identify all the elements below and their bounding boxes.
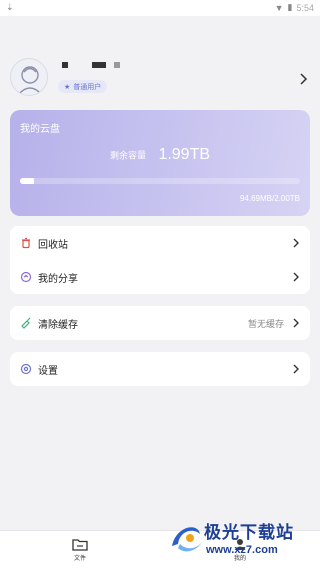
usage-progress-bar bbox=[20, 178, 300, 184]
remaining-label: 剩余容量 bbox=[109, 150, 146, 161]
watermark-url: www.xz7.com bbox=[206, 544, 278, 556]
username bbox=[62, 62, 120, 68]
wifi-icon: ▼ bbox=[274, 2, 284, 13]
trash-icon bbox=[22, 237, 30, 249]
usage-progress-fill bbox=[20, 178, 34, 184]
notification-icon: ⇣ bbox=[6, 2, 14, 12]
gear-icon bbox=[20, 363, 32, 375]
recycle-label: 回收站 bbox=[38, 239, 68, 251]
broom-icon bbox=[21, 317, 31, 329]
chevron-right-icon[interactable] bbox=[298, 72, 308, 86]
chevron-right-icon bbox=[293, 318, 299, 328]
menu-card-main: 回收站 我的分享 bbox=[10, 226, 310, 294]
cache-status: 暂无缓存 bbox=[247, 318, 284, 329]
user-level-label: 普通用户 bbox=[73, 83, 102, 91]
avatar[interactable] bbox=[10, 58, 48, 96]
cloud-remaining: 剩余容量 1.99TB bbox=[10, 146, 310, 164]
battery-icon: ▮ bbox=[287, 2, 293, 12]
status-time: 5:54 bbox=[296, 2, 314, 13]
watermark-logo-icon bbox=[172, 527, 202, 552]
remaining-value: 1.99TB bbox=[158, 146, 211, 163]
menu-item-share[interactable]: 我的分享 bbox=[10, 260, 310, 294]
folder-icon bbox=[72, 539, 88, 551]
chevron-right-icon bbox=[293, 272, 299, 282]
share-icon bbox=[20, 271, 32, 283]
cloud-title: 我的云盘 bbox=[20, 124, 60, 135]
share-label: 我的分享 bbox=[38, 273, 78, 285]
status-bar: ⇣ ▼ ▮ 5:54 bbox=[0, 0, 320, 16]
nav-files-label: 文件 bbox=[73, 556, 86, 562]
user-level-badge: ★ 普通用户 bbox=[58, 80, 108, 93]
menu-card-settings: 设置 bbox=[10, 352, 310, 386]
menu-item-settings[interactable]: 设置 bbox=[10, 352, 310, 386]
clear-cache-label: 清除缓存 bbox=[38, 319, 78, 331]
site-watermark: 极光下载站 www.xz7.com bbox=[168, 516, 316, 566]
profile-header[interactable]: ★ 普通用户 bbox=[0, 16, 320, 106]
chevron-right-icon bbox=[293, 364, 299, 374]
chevron-right-icon bbox=[293, 238, 299, 248]
menu-item-clear-cache[interactable]: 清除缓存 暂无缓存 bbox=[10, 306, 310, 340]
menu-item-recycle[interactable]: 回收站 bbox=[10, 226, 310, 260]
watermark-name: 极光下载站 bbox=[204, 523, 294, 542]
usage-text: 94.69MB/2.00TB bbox=[239, 194, 300, 203]
menu-card-cache: 清除缓存 暂无缓存 bbox=[10, 306, 310, 340]
star-icon: ★ bbox=[64, 83, 71, 91]
avatar-icon bbox=[17, 66, 43, 95]
cloud-storage-card[interactable]: 我的云盘 剩余容量 1.99TB 94.69MB/2.00TB bbox=[10, 110, 310, 216]
nav-files[interactable]: 文件 bbox=[60, 537, 100, 562]
settings-label: 设置 bbox=[38, 365, 58, 377]
